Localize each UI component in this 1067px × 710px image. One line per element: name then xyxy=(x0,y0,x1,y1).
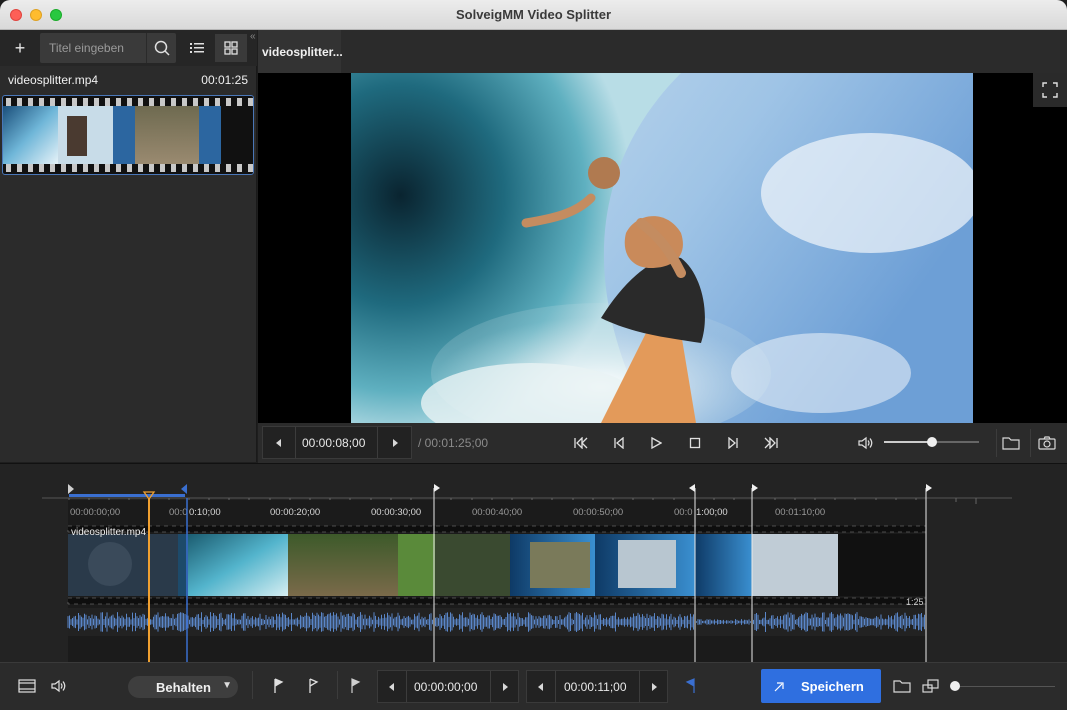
timeline[interactable]: 00:00:00;00 00:0 0:10;00 00:00:20;00 00:… xyxy=(0,463,1067,662)
video-preview[interactable] xyxy=(258,73,1067,423)
divider xyxy=(252,671,253,699)
volume-icon[interactable] xyxy=(854,431,878,455)
previous-marker-icon[interactable] xyxy=(569,431,593,455)
zoom-knob[interactable] xyxy=(950,681,960,691)
tick-label: 00:00:50;00 xyxy=(573,507,623,518)
divider xyxy=(295,427,296,458)
mark-in-decrement-icon[interactable] xyxy=(380,675,404,699)
current-time-field[interactable]: 00:00:08;00 xyxy=(262,426,412,459)
mark-out-time-field[interactable]: 00:00:11;00 xyxy=(526,670,668,703)
audio-track[interactable] xyxy=(67,608,927,636)
file-thumbnail-strip[interactable] xyxy=(2,95,254,175)
tick-label: 00:0 xyxy=(674,507,693,518)
tick-label: 00:00:30;00 xyxy=(371,507,421,518)
step-forward-frame-icon[interactable] xyxy=(383,431,407,455)
tick-label: 00:01:10;00 xyxy=(775,507,825,518)
file-list-item[interactable]: videosplitter.mp4 00:01:25 xyxy=(0,66,257,92)
tick-label: 0:10;00 xyxy=(189,507,221,518)
divider xyxy=(490,671,491,702)
volume-slider[interactable] xyxy=(884,437,979,447)
search-icon[interactable] xyxy=(146,33,176,63)
mark-in-time: 00:00:00;00 xyxy=(414,680,478,694)
mark-out-increment-icon[interactable] xyxy=(642,675,666,699)
add-marker-left-icon[interactable] xyxy=(266,673,290,699)
collapse-panel-icon[interactable]: « xyxy=(250,31,256,42)
timeline-canvas[interactable]: 00:00:00;00 00:0 0:10;00 00:00:20;00 00:… xyxy=(0,464,1067,663)
mark-in-increment-icon[interactable] xyxy=(493,675,517,699)
stop-icon[interactable] xyxy=(683,431,707,455)
tab-bar: videosplitter... xyxy=(258,30,1067,73)
tick-label: 1:00;00 xyxy=(696,507,728,518)
mark-out-decrement-icon[interactable] xyxy=(529,675,553,699)
mark-out-time: 00:00:11;00 xyxy=(564,680,627,694)
save-label: Speichern xyxy=(801,679,864,694)
next-frame-icon[interactable] xyxy=(721,431,745,455)
open-folder-icon[interactable] xyxy=(999,431,1023,455)
clip-end-label: 1:25 xyxy=(906,597,924,607)
grid-view-icon[interactable] xyxy=(215,34,247,62)
divider xyxy=(555,671,556,702)
divider xyxy=(639,671,640,702)
mark-in-icon[interactable] xyxy=(344,673,366,699)
clip-name: videosplitter.mp4 xyxy=(71,527,146,538)
bottom-toolbar: Behalten ▼ 00:00:00;00 00:00:11;00 Speic… xyxy=(0,662,1067,710)
window-title: SolveigMM Video Splitter xyxy=(455,7,612,22)
snapshot-camera-icon[interactable] xyxy=(1035,431,1059,455)
tick-label: 00:00:40;00 xyxy=(472,507,522,518)
selected-range-bar xyxy=(69,494,185,497)
divider xyxy=(337,671,338,699)
search-input[interactable] xyxy=(40,33,144,63)
total-duration: / 00:01:25;00 xyxy=(418,436,489,450)
video-frame-image xyxy=(351,73,973,423)
add-file-button[interactable]: + xyxy=(6,34,34,62)
film-perforation xyxy=(3,164,253,172)
library-toolbar: + xyxy=(0,30,257,66)
video-frame xyxy=(351,73,973,423)
video-track-toggle-icon[interactable] xyxy=(14,673,40,699)
add-marker-right-icon[interactable] xyxy=(301,673,325,699)
audio-track-toggle-icon[interactable] xyxy=(46,673,72,699)
save-icon xyxy=(774,682,784,692)
next-marker-icon[interactable] xyxy=(759,431,783,455)
play-icon[interactable] xyxy=(644,431,668,455)
tick-label: 00:00:20;00 xyxy=(270,507,320,518)
chevron-down-icon: ▼ xyxy=(222,680,232,691)
volume-level xyxy=(884,441,932,443)
media-library-panel: + videosplitter.mp4 00:01:25 xyxy=(0,30,257,462)
mode-value: Behalten xyxy=(156,680,211,695)
zoom-fit-icon[interactable] xyxy=(919,673,943,699)
search-box xyxy=(40,33,176,63)
mark-in-time-field[interactable]: 00:00:00;00 xyxy=(377,670,519,703)
output-folder-icon[interactable] xyxy=(890,673,914,699)
zoom-slider[interactable] xyxy=(955,686,1055,687)
video-track[interactable] xyxy=(67,525,927,605)
previous-frame-icon[interactable] xyxy=(607,431,631,455)
title-bar: SolveigMM Video Splitter xyxy=(0,0,1067,30)
playback-controls: 00:00:08;00 / 00:01:25;00 xyxy=(258,423,1067,463)
divider xyxy=(1030,429,1031,457)
list-view-icon[interactable] xyxy=(183,34,211,62)
divider xyxy=(406,671,407,702)
file-duration: 00:01:25 xyxy=(201,73,248,87)
fullscreen-icon[interactable] xyxy=(1033,73,1067,107)
save-button[interactable]: Speichern xyxy=(761,669,881,703)
current-time: 00:00:08;00 xyxy=(302,436,366,450)
divider xyxy=(996,429,997,457)
step-back-frame-icon[interactable] xyxy=(267,431,291,455)
tab-videosplitter[interactable]: videosplitter... xyxy=(258,30,343,73)
tick-label: 00:0 xyxy=(169,507,188,518)
mode-dropdown[interactable]: Behalten ▼ xyxy=(128,676,238,698)
divider xyxy=(377,427,378,458)
mark-out-icon[interactable] xyxy=(680,673,702,699)
tick-label: 00:00:00;00 xyxy=(70,507,120,518)
file-name: videosplitter.mp4 xyxy=(8,73,99,87)
volume-knob[interactable] xyxy=(926,437,937,447)
